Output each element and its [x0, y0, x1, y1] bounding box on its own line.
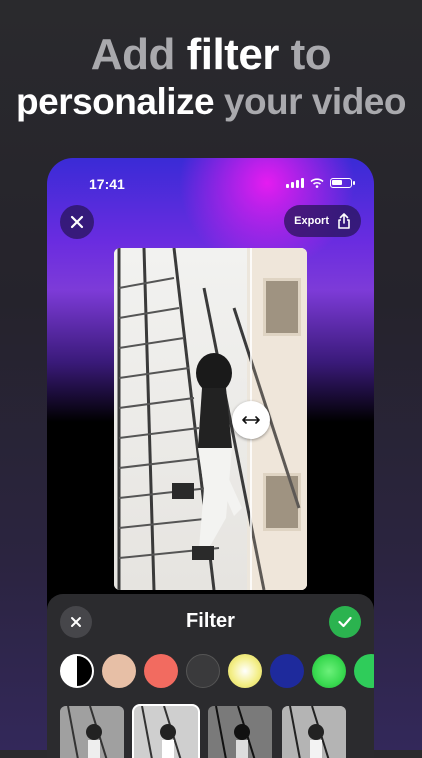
- headline-word-add: Add: [90, 30, 176, 79]
- swatch-charcoal[interactable]: [186, 654, 220, 688]
- thumbnail-image: [60, 706, 124, 758]
- filter-thumbnail-selected[interactable]: [132, 704, 200, 758]
- headline-words-your-video: your video: [223, 81, 407, 122]
- wifi-icon: [310, 178, 324, 188]
- filter-title: Filter: [186, 610, 235, 632]
- headline-word-personalize: personalize: [16, 81, 215, 122]
- thumbnail-image: [282, 706, 346, 758]
- battery-icon: [330, 178, 355, 188]
- swatch-contrast[interactable]: [60, 654, 94, 688]
- close-icon: [70, 215, 84, 229]
- headline-line-1: Add filter to: [0, 30, 422, 80]
- headline-word-filter: filter: [186, 30, 280, 79]
- thumbnail-image: [208, 706, 272, 758]
- status-time: 17:41: [89, 176, 125, 192]
- swatch-green-glow[interactable]: [312, 654, 346, 688]
- filter-panel: Filter: [47, 594, 374, 758]
- headline-line-2: personalize your video: [0, 80, 422, 124]
- compare-handle[interactable]: [232, 401, 270, 439]
- thumbnail-image: [134, 706, 198, 758]
- filter-thumbnail[interactable]: [282, 706, 346, 758]
- filter-thumbnail[interactable]: [60, 706, 124, 758]
- share-icon: [338, 213, 350, 229]
- status-icons: [286, 178, 355, 188]
- swatch-coral[interactable]: [144, 654, 178, 688]
- headline-word-to: to: [290, 30, 332, 79]
- swatch-navy[interactable]: [270, 654, 304, 688]
- filter-confirm-button[interactable]: [329, 606, 361, 638]
- checkmark-icon: [338, 616, 352, 628]
- phone-screen: 17:41 Export Filter: [47, 158, 374, 758]
- swatch-green[interactable]: [354, 654, 374, 688]
- swatch-peach[interactable]: [102, 654, 136, 688]
- export-button[interactable]: Export: [284, 205, 361, 237]
- signal-icon: [286, 178, 304, 188]
- export-label: Export: [294, 215, 329, 227]
- filter-thumbnail-row: [60, 704, 346, 758]
- filter-thumbnail[interactable]: [208, 706, 272, 758]
- swatch-yellow-glow[interactable]: [228, 654, 262, 688]
- filter-swatch-row: [60, 654, 374, 688]
- horizontal-arrows-icon: [242, 416, 260, 424]
- video-preview[interactable]: [114, 248, 307, 590]
- close-button[interactable]: [60, 205, 94, 239]
